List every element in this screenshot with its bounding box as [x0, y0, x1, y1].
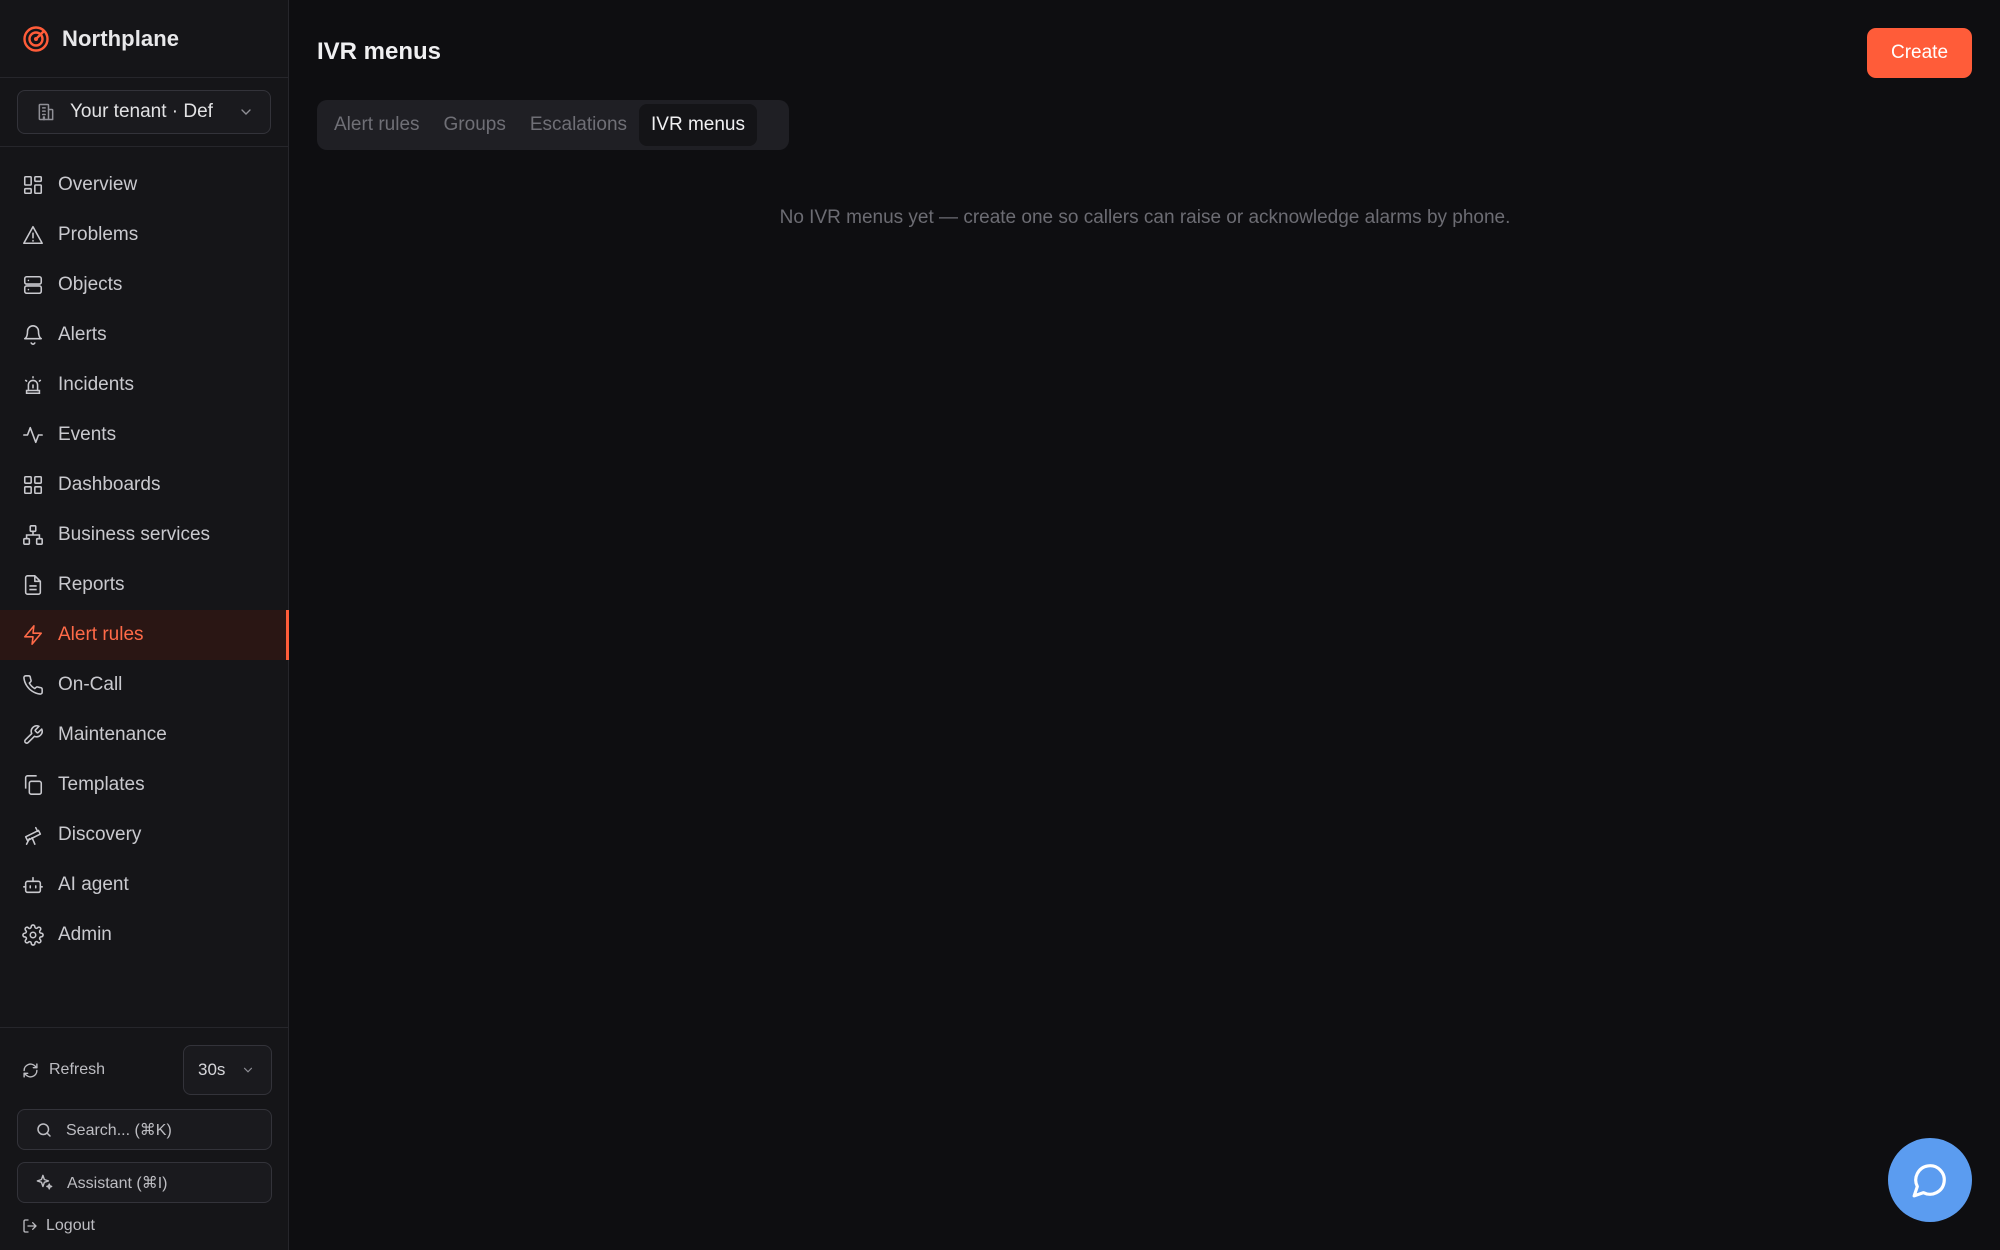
- search-input[interactable]: Search... (⌘K): [17, 1109, 272, 1150]
- bell-icon: [23, 325, 43, 345]
- search-placeholder: Search... (⌘K): [66, 1121, 172, 1139]
- app-name: Northplane: [62, 25, 180, 51]
- telescope-icon: [24, 826, 42, 845]
- network-icon: [23, 525, 43, 545]
- siren-icon: [24, 375, 42, 395]
- copy-icon: [24, 775, 43, 795]
- sidebar-item-label: Events: [58, 424, 117, 445]
- sidebar-item-label: Alerts: [58, 324, 107, 345]
- sidebar-nav: Overview Problems Objects Alerts Inciden…: [0, 147, 289, 960]
- sparkles-icon: [36, 1174, 53, 1190]
- sidebar-item-label: Business services: [58, 524, 211, 545]
- tenant-section: Your tenant · Def: [0, 78, 288, 147]
- message-circle-icon: [1912, 1164, 1946, 1198]
- sidebar-item-label: On-Call: [58, 674, 123, 695]
- sidebar-item-dashboards[interactable]: Dashboards: [0, 460, 288, 510]
- refresh-label: Refresh: [49, 1061, 106, 1078]
- sidebar-item-reports[interactable]: Reports: [0, 560, 288, 610]
- sidebar-item-on-call[interactable]: On-Call: [0, 660, 288, 710]
- tab-groups[interactable]: Groups: [432, 104, 518, 146]
- create-button[interactable]: Create: [1867, 28, 1972, 78]
- sidebar-item-problems[interactable]: Problems: [0, 210, 288, 260]
- sidebar-item-discovery[interactable]: Discovery: [0, 810, 288, 860]
- refresh-interval-select[interactable]: 30s: [183, 1045, 272, 1095]
- sidebar-item-events[interactable]: Events: [0, 410, 288, 460]
- file-text-icon: [24, 575, 42, 595]
- brand: Northplane: [0, 0, 288, 78]
- sidebar-item-label: Maintenance: [58, 724, 167, 745]
- sidebar-item-alerts[interactable]: Alerts: [0, 310, 288, 360]
- tenant-label: Your tenant · Def: [70, 101, 213, 122]
- refresh-button[interactable]: Refresh: [17, 1061, 105, 1079]
- tab-ivr-menus[interactable]: IVR menus: [639, 104, 757, 146]
- sidebar-item-ai-agent[interactable]: AI agent: [0, 860, 288, 910]
- sidebar-footer: Refresh 30s Search... (⌘K) Assistant (⌘I…: [0, 1027, 289, 1250]
- gear-icon: [22, 924, 44, 946]
- chevron-down-icon: [241, 109, 251, 115]
- radar-logo-icon: [23, 25, 49, 52]
- sidebar-item-label: Reports: [58, 574, 125, 595]
- refresh-row: Refresh 30s: [17, 1045, 272, 1095]
- zap-icon: [23, 625, 43, 645]
- sidebar: Northplane Your tenant · Def Overview Pr…: [0, 0, 289, 1250]
- empty-state-message: No IVR menus yet — create one so callers…: [779, 207, 1511, 228]
- sidebar-item-templates[interactable]: Templates: [0, 760, 288, 810]
- building-icon: [38, 103, 54, 121]
- sidebar-item-objects[interactable]: Objects: [0, 260, 288, 310]
- layout-dashboard-icon: [23, 175, 43, 195]
- sidebar-item-label: Problems: [58, 224, 139, 245]
- sidebar-item-label: Objects: [58, 274, 123, 295]
- tab-alert-rules[interactable]: Alert rules: [322, 104, 432, 146]
- logout-label: Logout: [46, 1217, 95, 1234]
- alert-triangle-icon: [23, 225, 43, 245]
- sidebar-item-alert-rules[interactable]: Alert rules: [0, 610, 289, 660]
- chevron-down-icon: [243, 1067, 253, 1073]
- chat-button[interactable]: [1888, 1138, 1972, 1222]
- sidebar-item-label: Incidents: [58, 374, 135, 395]
- server-icon: [23, 275, 43, 295]
- page-title: IVR menus: [317, 38, 442, 65]
- tenant-selector[interactable]: Your tenant · Def: [17, 90, 271, 134]
- wrench-icon: [24, 725, 43, 744]
- sidebar-item-admin[interactable]: Admin: [0, 910, 288, 960]
- search-icon: [37, 1122, 51, 1137]
- sidebar-item-overview[interactable]: Overview: [0, 160, 288, 210]
- sidebar-item-label: Overview: [58, 174, 138, 195]
- sidebar-item-label: Dashboards: [58, 474, 161, 495]
- logout-button[interactable]: Logout: [17, 1217, 272, 1235]
- sidebar-item-label: AI agent: [58, 874, 129, 895]
- phone-icon: [23, 675, 43, 695]
- sidebar-item-maintenance[interactable]: Maintenance: [0, 710, 288, 760]
- sidebar-item-label: Alert rules: [58, 624, 144, 645]
- main-content: IVR menus Create Alert rules Groups Esca…: [290, 0, 2000, 1250]
- sidebar-item-label: Admin: [58, 924, 112, 945]
- refresh-icon: [23, 1062, 38, 1078]
- interval-value: 30s: [198, 1060, 226, 1079]
- sidebar-item-label: Discovery: [58, 824, 142, 845]
- tab-bar: Alert rules Groups Escalations IVR menus: [317, 100, 789, 150]
- tab-escalations[interactable]: Escalations: [518, 104, 639, 146]
- sidebar-item-label: Templates: [58, 774, 145, 795]
- activity-icon: [23, 426, 43, 444]
- sidebar-item-business-services[interactable]: Business services: [0, 510, 288, 560]
- bot-icon: [23, 876, 43, 894]
- assistant-label: Assistant (⌘I): [67, 1174, 168, 1192]
- sidebar-item-incidents[interactable]: Incidents: [0, 360, 288, 410]
- grid-icon: [23, 475, 43, 495]
- assistant-button[interactable]: Assistant (⌘I): [17, 1162, 272, 1203]
- logout-icon: [23, 1219, 37, 1233]
